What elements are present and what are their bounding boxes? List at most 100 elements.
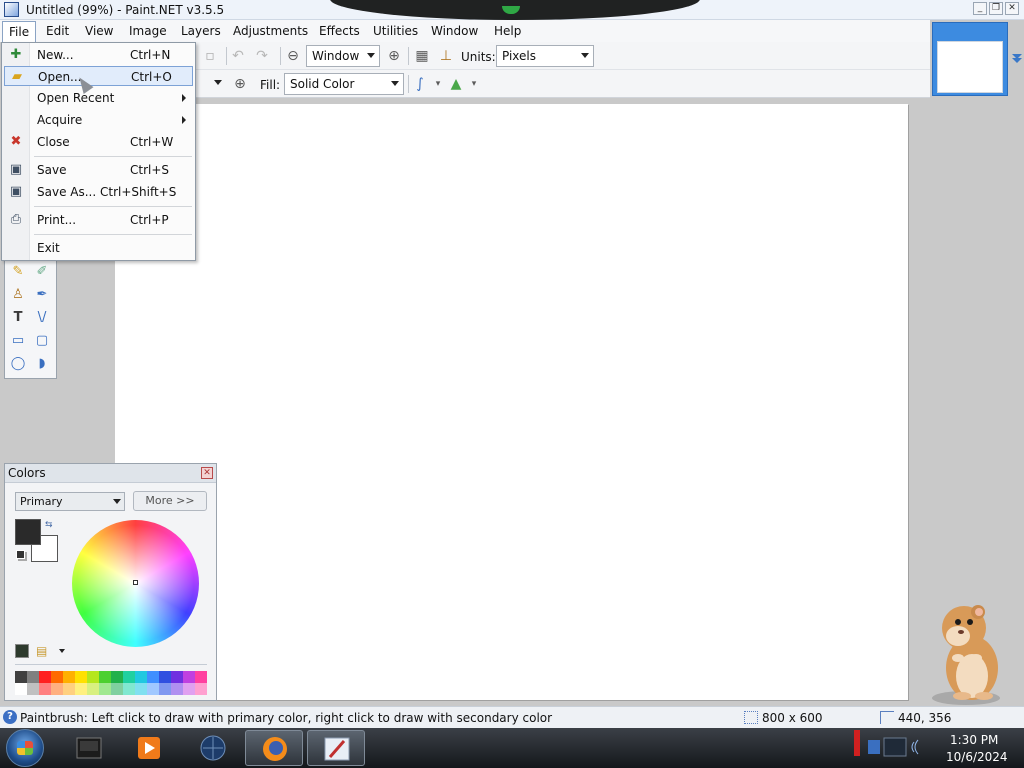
menu-item-save-as[interactable]: ▣ Save As... Ctrl+Shift+S xyxy=(4,182,193,202)
restore-button[interactable]: ❐ xyxy=(989,2,1003,15)
menu-effects[interactable]: Effects xyxy=(319,24,360,38)
taskbar-app-3[interactable] xyxy=(184,730,242,766)
palette-swatch[interactable] xyxy=(63,683,75,695)
palette-swatch[interactable] xyxy=(87,671,99,683)
palette-swatch[interactable] xyxy=(195,683,207,695)
increase-size-icon[interactable]: ⊕ xyxy=(232,76,248,92)
menu-image[interactable]: Image xyxy=(129,24,167,38)
palette-swatch[interactable] xyxy=(171,683,183,695)
fill-select[interactable]: Solid Color xyxy=(284,73,404,95)
recolor-tool-icon[interactable]: ✒ xyxy=(32,285,52,305)
line-curve-tool-icon[interactable]: \/ xyxy=(32,308,52,328)
paint-net-app-icon[interactable] xyxy=(4,2,19,17)
zoom-out-icon[interactable]: ⊖ xyxy=(285,48,301,64)
palette-swatch[interactable] xyxy=(147,683,159,695)
palette-swatch[interactable] xyxy=(75,671,87,683)
menu-item-save[interactable]: ▣ Save Ctrl+S xyxy=(4,160,193,180)
palette-swatch[interactable] xyxy=(159,683,171,695)
zoom-in-icon[interactable]: ⊕ xyxy=(386,48,402,64)
palette-swatch[interactable] xyxy=(123,671,135,683)
zoom-select[interactable]: Window xyxy=(306,45,380,67)
menu-item-new[interactable]: ✚ New... Ctrl+N xyxy=(4,45,193,65)
color-wheel-selector[interactable] xyxy=(133,580,138,585)
menu-item-close[interactable]: ✖ Close Ctrl+W xyxy=(4,132,193,152)
text-tool-icon[interactable]: T xyxy=(8,308,28,328)
menu-item-print[interactable]: ⎙ Print... Ctrl+P xyxy=(4,210,193,230)
taskbar-app-firefox[interactable] xyxy=(245,730,303,766)
minimize-button[interactable]: _ xyxy=(973,2,987,15)
palette-swatch[interactable] xyxy=(135,683,147,695)
palette-swatch[interactable] xyxy=(51,683,63,695)
palette-swatch[interactable] xyxy=(63,671,75,683)
palette-swatch[interactable] xyxy=(195,671,207,683)
ruler-icon[interactable]: ⊥ xyxy=(438,48,454,64)
alpha-blending-icon[interactable]: ▲ xyxy=(448,76,464,92)
undo-icon[interactable]: ↶ xyxy=(230,48,246,64)
colors-panel-titlebar[interactable]: Colors ✕ xyxy=(5,464,216,483)
palette-swatch[interactable] xyxy=(15,683,27,695)
menu-item-open-recent[interactable]: Open Recent xyxy=(4,88,193,108)
chevron-down-icon[interactable] xyxy=(59,649,65,653)
menu-adjustments[interactable]: Adjustments xyxy=(233,24,308,38)
menu-item-open[interactable]: ▰ Open... Ctrl+O xyxy=(4,66,193,86)
antialiasing-dropdown-icon[interactable]: ▾ xyxy=(430,76,446,92)
palette-swatch[interactable] xyxy=(147,671,159,683)
add-to-palette-icon[interactable] xyxy=(15,644,29,658)
thumbnail-scroll[interactable] xyxy=(1010,42,1024,98)
taskbar-app-paint-net[interactable] xyxy=(307,730,365,766)
palette-swatch[interactable] xyxy=(27,683,39,695)
alpha-blending-dropdown-icon[interactable]: ▾ xyxy=(466,76,482,92)
palette-swatch[interactable] xyxy=(39,683,51,695)
start-button[interactable] xyxy=(6,729,44,767)
palette-swatch[interactable] xyxy=(135,671,147,683)
menu-window[interactable]: Window xyxy=(431,24,478,38)
paste-icon[interactable]: ▫ xyxy=(202,48,218,64)
color-mode-select[interactable]: Primary xyxy=(15,492,125,511)
menu-help[interactable]: Help xyxy=(494,24,521,38)
palette-swatch[interactable] xyxy=(183,671,195,683)
palette-swatch[interactable] xyxy=(99,671,111,683)
color-palette[interactable] xyxy=(15,671,207,695)
menu-utilities[interactable]: Utilities xyxy=(373,24,418,38)
pencil-tool-icon[interactable]: ✐ xyxy=(32,262,52,282)
clock-date[interactable]: 10/6/2024 xyxy=(946,750,1008,764)
palette-swatch[interactable] xyxy=(183,683,195,695)
palette-swatch[interactable] xyxy=(123,683,135,695)
menu-view[interactable]: View xyxy=(85,24,113,38)
palette-swatch[interactable] xyxy=(87,683,99,695)
clock-time[interactable]: 1:30 PM xyxy=(950,733,998,747)
redo-icon[interactable]: ↷ xyxy=(254,48,270,64)
more-colors-button[interactable]: More >> xyxy=(133,491,207,511)
tray-icons[interactable] xyxy=(866,734,926,760)
clone-stamp-tool-icon[interactable]: ♙ xyxy=(8,285,28,305)
image-thumbnail-tab[interactable] xyxy=(932,22,1008,96)
palette-swatch[interactable] xyxy=(171,671,183,683)
reset-colors-icon[interactable] xyxy=(16,550,25,559)
palette-swatch[interactable] xyxy=(27,671,39,683)
freeform-shape-tool-icon[interactable]: ◗ xyxy=(32,354,52,374)
palette-swatch[interactable] xyxy=(99,683,111,695)
brush-width-select[interactable] xyxy=(200,73,226,95)
close-button[interactable]: ✕ xyxy=(1005,2,1019,15)
palette-swatch[interactable] xyxy=(111,671,123,683)
palette-swatch[interactable] xyxy=(159,671,171,683)
palette-swatch[interactable] xyxy=(39,671,51,683)
units-select[interactable]: Pixels xyxy=(496,45,594,67)
menu-edit[interactable]: Edit xyxy=(46,24,69,38)
menu-item-acquire[interactable]: Acquire xyxy=(4,110,193,130)
menu-layers[interactable]: Layers xyxy=(181,24,221,38)
close-icon[interactable]: ✕ xyxy=(201,467,213,479)
taskbar-app-2[interactable] xyxy=(120,730,178,766)
palette-swatch[interactable] xyxy=(15,671,27,683)
palette-swatch[interactable] xyxy=(51,671,63,683)
image-canvas[interactable] xyxy=(115,104,908,700)
palette-swatch[interactable] xyxy=(75,683,87,695)
primary-color-swatch[interactable] xyxy=(15,519,41,545)
rounded-rectangle-tool-icon[interactable]: ▢ xyxy=(32,331,52,351)
grid-icon[interactable]: ▦ xyxy=(414,48,430,64)
menu-item-exit[interactable]: Exit xyxy=(4,238,193,258)
ellipse-tool-icon[interactable]: ◯ xyxy=(8,354,28,374)
menu-file[interactable]: File xyxy=(2,21,37,42)
palette-menu-icon[interactable]: ▤ xyxy=(36,644,50,658)
paintbrush-tool-icon[interactable]: ✎ xyxy=(8,262,28,282)
